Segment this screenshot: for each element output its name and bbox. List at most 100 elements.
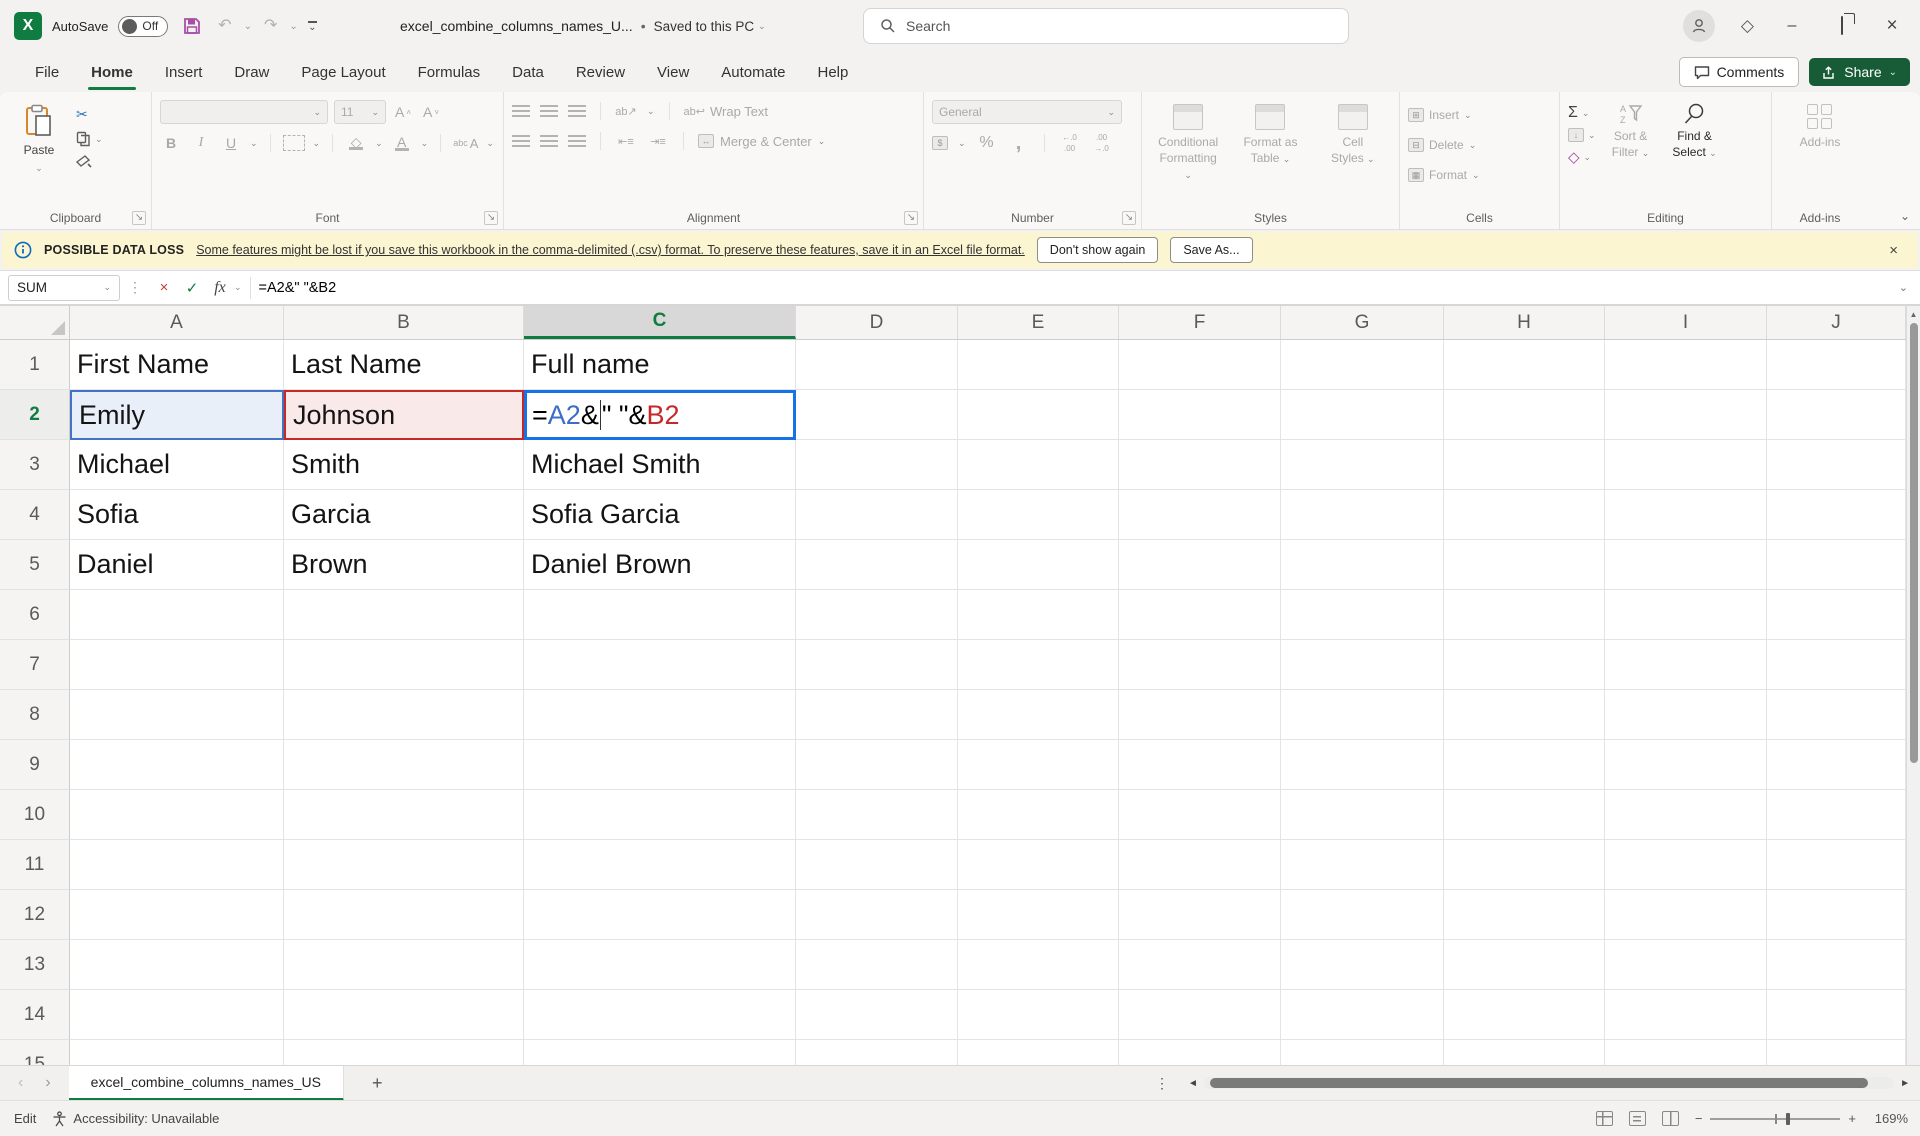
cell-B15[interactable] [284, 1040, 524, 1065]
cell-E13[interactable] [958, 940, 1119, 990]
cell-A13[interactable] [70, 940, 284, 990]
column-header-E[interactable]: E [958, 306, 1119, 339]
font-dialog-launcher[interactable]: ↘ [484, 211, 498, 225]
borders-icon[interactable] [283, 135, 305, 151]
column-header-A[interactable]: A [70, 306, 284, 339]
column-header-I[interactable]: I [1605, 306, 1767, 339]
cell-D14[interactable] [796, 990, 958, 1040]
search-input[interactable]: Search [863, 8, 1349, 44]
cell-J13[interactable] [1767, 940, 1906, 990]
formula-bar-input[interactable]: =A2&" "&B2 [259, 280, 337, 296]
row-header-1[interactable]: 1 [0, 340, 70, 390]
cell-A1[interactable]: First Name [70, 340, 284, 390]
meet-now-icon[interactable]: ◇ [1741, 16, 1754, 36]
sort-filter-button[interactable]: A Z Sort &Filter ⌄ [1602, 100, 1660, 203]
tab-home[interactable]: Home [78, 56, 146, 89]
cell-B12[interactable] [284, 890, 524, 940]
cell-F3[interactable] [1119, 440, 1281, 490]
cell-C15[interactable] [524, 1040, 796, 1065]
cell-E4[interactable] [958, 490, 1119, 540]
cell-G6[interactable] [1281, 590, 1444, 640]
row-header-4[interactable]: 4 [0, 490, 70, 540]
insert-cells-button[interactable]: ⊞Insert⌄ [1408, 102, 1480, 128]
tab-draw[interactable]: Draw [221, 56, 282, 89]
cell-C6[interactable] [524, 590, 796, 640]
vertical-scroll-thumb[interactable] [1910, 323, 1918, 763]
cell-C10[interactable] [524, 790, 796, 840]
fill-button[interactable]: ↓⌄ [1568, 128, 1596, 142]
cell-I2[interactable] [1605, 390, 1767, 440]
cell-E12[interactable] [958, 890, 1119, 940]
merge-center-button[interactable]: ↔ Merge & Center ⌄ [698, 130, 825, 152]
insert-function-chevron[interactable]: ⌄ [234, 282, 242, 293]
cell-J6[interactable] [1767, 590, 1906, 640]
comments-button[interactable]: Comments [1679, 57, 1800, 87]
scroll-left-icon[interactable]: ◄ [1188, 1078, 1198, 1089]
bold-button[interactable]: B [160, 132, 182, 154]
cell-A11[interactable] [70, 840, 284, 890]
close-button[interactable]: × [1880, 15, 1904, 37]
warning-link[interactable]: Some features might be lost if you save … [196, 243, 1025, 257]
font-color-icon[interactable]: A [391, 132, 413, 154]
cell-F6[interactable] [1119, 590, 1281, 640]
cell-D4[interactable] [796, 490, 958, 540]
row-header-6[interactable]: 6 [0, 590, 70, 640]
horizontal-scrollbar[interactable]: ◄ ► [1188, 1074, 1910, 1092]
restore-button[interactable] [1830, 17, 1854, 35]
decrease-decimal-icon[interactable]: .00→.0 [1091, 132, 1113, 154]
cell-J4[interactable] [1767, 490, 1906, 540]
cell-F7[interactable] [1119, 640, 1281, 690]
row-header-14[interactable]: 14 [0, 990, 70, 1040]
cell-A9[interactable] [70, 740, 284, 790]
tab-automate[interactable]: Automate [708, 56, 798, 89]
cell-D6[interactable] [796, 590, 958, 640]
dont-show-again-button[interactable]: Don't show again [1037, 237, 1159, 263]
align-left-icon[interactable] [512, 134, 530, 148]
cell-E7[interactable] [958, 640, 1119, 690]
sheet-tab-active[interactable]: excel_combine_columns_names_US [69, 1066, 344, 1101]
tab-help[interactable]: Help [805, 56, 862, 89]
collapse-ribbon-chevron[interactable]: ⌄ [1900, 209, 1910, 223]
cell-C7[interactable] [524, 640, 796, 690]
cell-H5[interactable] [1444, 540, 1605, 590]
clear-formats-icon[interactable]: abcA [453, 132, 478, 154]
clear-button[interactable]: ◇⌄ [1568, 148, 1596, 166]
cell-G8[interactable] [1281, 690, 1444, 740]
cell-I7[interactable] [1605, 640, 1767, 690]
cell-I15[interactable] [1605, 1040, 1767, 1065]
borders-chevron[interactable]: ⌄ [313, 138, 321, 149]
comma-style-icon[interactable]: , [1008, 132, 1030, 154]
cell-G15[interactable] [1281, 1040, 1444, 1065]
cell-A12[interactable] [70, 890, 284, 940]
cell-B10[interactable] [284, 790, 524, 840]
page-break-view-icon[interactable] [1662, 1111, 1679, 1126]
cell-E2[interactable] [958, 390, 1119, 440]
cell-F11[interactable] [1119, 840, 1281, 890]
cell-B13[interactable] [284, 940, 524, 990]
save-as-button[interactable]: Save As... [1170, 237, 1252, 263]
tab-review[interactable]: Review [563, 56, 638, 89]
cell-C12[interactable] [524, 890, 796, 940]
minimize-button[interactable]: – [1780, 17, 1804, 35]
accessibility-status[interactable]: Accessibility: Unavailable [52, 1111, 219, 1127]
align-right-icon[interactable] [568, 134, 586, 148]
italic-button[interactable]: I [190, 132, 212, 154]
cell-B2[interactable]: Johnson [284, 390, 524, 440]
cell-F13[interactable] [1119, 940, 1281, 990]
fill-color-icon[interactable]: ◇ [345, 132, 367, 154]
saved-status[interactable]: Saved to this PC ⌄ [654, 19, 766, 34]
cell-A7[interactable] [70, 640, 284, 690]
cell-H6[interactable] [1444, 590, 1605, 640]
cell-A3[interactable]: Michael [70, 440, 284, 490]
cell-C2[interactable]: =A2&" "&B2 [524, 390, 796, 440]
cell-H7[interactable] [1444, 640, 1605, 690]
cell-E8[interactable] [958, 690, 1119, 740]
align-top-icon[interactable] [512, 104, 530, 118]
find-select-button[interactable]: Find &Select ⌄ [1666, 100, 1724, 203]
cell-B8[interactable] [284, 690, 524, 740]
cell-styles-button[interactable]: CellStyles ⌄ [1322, 100, 1384, 203]
cell-G5[interactable] [1281, 540, 1444, 590]
cell-I1[interactable] [1605, 340, 1767, 390]
cell-C1[interactable]: Full name [524, 340, 796, 390]
cell-H11[interactable] [1444, 840, 1605, 890]
